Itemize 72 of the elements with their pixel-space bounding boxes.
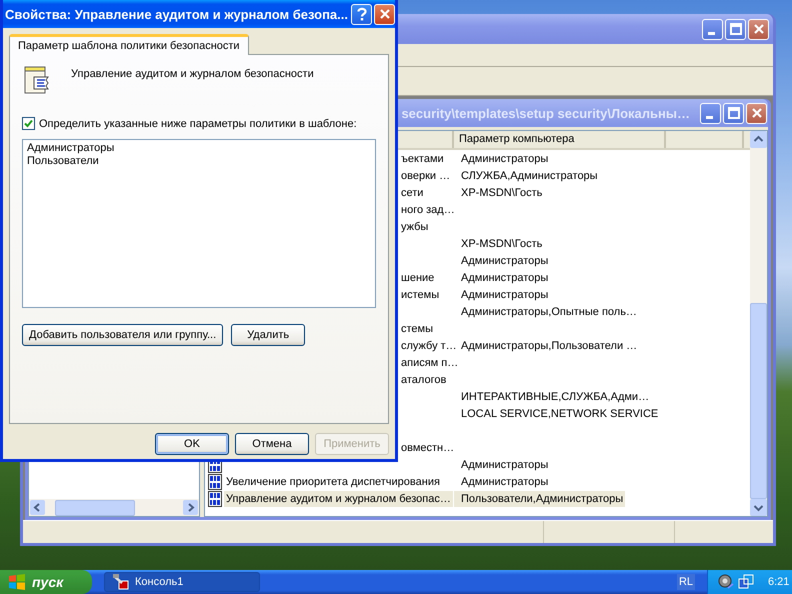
policy-value[interactable]: XP-MSDN\Гость [454, 184, 544, 200]
policy-value[interactable]: Администраторы,Опытные поль… [454, 304, 639, 320]
close-icon [378, 8, 390, 20]
maximize-button[interactable] [725, 18, 746, 40]
dialog-button[interactable]: Отмена [235, 433, 309, 455]
minimize-icon [708, 32, 714, 34]
policy-name[interactable]: сети [399, 184, 426, 200]
vertical-scrollbar[interactable] [750, 131, 767, 516]
policy-value[interactable]: Администраторы [454, 150, 550, 166]
maximize-icon [728, 107, 740, 119]
member-item[interactable]: Администраторы [27, 142, 371, 155]
policy-name[interactable]: Управление аудитом и журналом безопас… [224, 490, 453, 506]
console-icon [113, 574, 129, 590]
close-button[interactable] [746, 102, 767, 124]
scroll-left-icon[interactable] [30, 500, 45, 515]
policy-value[interactable]: Администраторы [454, 270, 550, 286]
policy-name[interactable]: аталогов [399, 372, 448, 388]
network-icon[interactable] [738, 574, 754, 590]
policy-icon [208, 490, 222, 506]
minimize-button[interactable] [700, 102, 721, 124]
close-button[interactable] [748, 18, 769, 40]
policy-value[interactable]: LOCAL SERVICE,NETWORK SERVICE [454, 406, 660, 422]
policy-name[interactable]: истемы [399, 286, 442, 302]
policy-value[interactable]: Пользователи,Администраторы [454, 490, 626, 506]
checkbox[interactable] [22, 117, 35, 130]
tab[interactable]: Параметр шаблона политики безопасности [9, 34, 249, 55]
close-button[interactable] [374, 4, 395, 24]
minimize-icon [706, 116, 712, 118]
policy-value[interactable]: Администраторы [454, 252, 550, 268]
dialog-button[interactable]: OK [155, 433, 229, 455]
policy-value[interactable]: XP-MSDN\Гость [454, 236, 544, 252]
scroll-down-icon[interactable] [750, 499, 767, 516]
minimize-button[interactable] [702, 18, 723, 40]
policy-icon [208, 474, 222, 490]
policy-title: Управление аудитом и журналом безопасности [71, 68, 314, 80]
language-indicator[interactable]: RL [676, 574, 695, 590]
policy-value[interactable]: Администраторы [454, 456, 550, 472]
speaker-icon[interactable] [718, 574, 734, 590]
scroll-up-icon[interactable] [750, 131, 767, 148]
scroll-right-icon[interactable] [183, 500, 198, 515]
policy-name[interactable]: шение [399, 270, 436, 286]
policy-value[interactable]: ИНТЕРАКТИВНЫЕ,СЛУЖБА,Адми… [454, 388, 652, 404]
start-button[interactable]: пуск [0, 570, 92, 594]
policy-name[interactable]: оверки … [399, 168, 452, 184]
help-icon [356, 7, 368, 21]
taskbar-button[interactable]: Консоль1 [104, 572, 260, 592]
scrollbar-thumb[interactable] [750, 302, 767, 499]
policy-value[interactable]: Администраторы [454, 286, 550, 302]
scrollbar-thumb[interactable] [55, 500, 135, 516]
add-button[interactable]: Добавить пользователя или группу... [22, 324, 224, 346]
clock: 6:21 [768, 576, 790, 588]
policy-name[interactable]: овместн… [399, 440, 456, 456]
help-button[interactable] [351, 4, 372, 24]
window-title: security\templates\setup security\Локальны… [401, 106, 690, 120]
policy-name[interactable]: ужбы [399, 218, 430, 234]
close-icon [752, 23, 764, 35]
policy-value[interactable]: СЛУЖБА,Администраторы [454, 168, 600, 184]
horizontal-scrollbar[interactable] [29, 499, 199, 516]
policy-name[interactable]: ъектами [399, 150, 446, 166]
maximize-icon [730, 23, 742, 35]
close-icon [750, 107, 762, 119]
policy-name[interactable]: Увеличение приоритета диспетчирования [224, 474, 442, 490]
dialog-title: Свойства: Управление аудитом и журналом безопа... [5, 6, 349, 22]
policy-value[interactable]: Администраторы [454, 474, 550, 490]
maximize-button[interactable] [723, 102, 744, 124]
remove-button[interactable]: Удалить [231, 324, 306, 346]
member-item[interactable]: Пользователи [27, 155, 371, 168]
policy-name[interactable]: стемы [399, 320, 436, 336]
windows-flag-icon [8, 574, 26, 590]
policy-name[interactable]: аписям п… [399, 354, 460, 370]
checkbox-label[interactable]: Определить указанные ниже параметры политики в шаблоне: [39, 118, 357, 130]
policy-name[interactable]: ного зад… [399, 202, 457, 218]
